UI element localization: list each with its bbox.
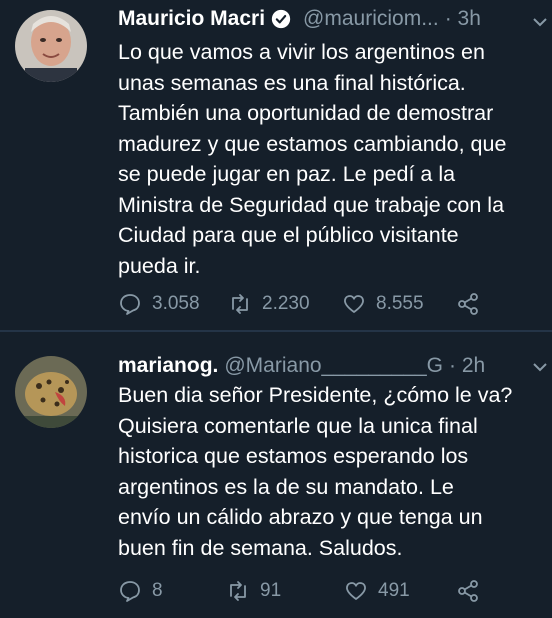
tweet-text-line: madurez y que estamos cambiando, que (118, 131, 507, 156)
tweet-text: Lo que vamos a vivir los argentinos en u… (118, 37, 538, 281)
chevron-down-icon[interactable] (532, 359, 548, 375)
divider (0, 330, 552, 332)
tweet-header: Mauricio Macri @mauriciom... · 3h (118, 2, 540, 36)
retweet-icon (230, 581, 246, 601)
share-icon (458, 580, 478, 602)
timestamp[interactable]: · 3h (445, 7, 481, 31)
tweet[interactable]: Mauricio Macri @mauriciom... · 3h Lo que… (0, 0, 552, 330)
retweet-count: 91 (260, 580, 282, 601)
tweet-text-line: También una oportunidad de demostrar (118, 101, 494, 125)
tweet-text-line: unas semanas es una final histórica. (118, 70, 466, 95)
display-name[interactable]: marianog. (118, 354, 218, 378)
reply-button[interactable]: 8 (118, 576, 163, 606)
retweet-button[interactable]: 91 (226, 576, 281, 606)
tweet[interactable]: marianog. @Mariano_________G · 2h Buen d… (0, 334, 552, 618)
like-icon (346, 582, 366, 600)
reply-icon (120, 294, 140, 315)
reply-icon (120, 581, 140, 602)
retweet-icon (232, 294, 248, 314)
avatar[interactable] (15, 10, 87, 82)
share-button[interactable] (456, 289, 490, 319)
reply-count: 8 (152, 580, 163, 601)
tweet-header: marianog. @Mariano_________G · 2h (118, 349, 540, 383)
like-button[interactable]: 8.555 (342, 289, 424, 319)
tweet-text-line: Ciudad para que el público visitante (118, 223, 459, 247)
tweet-text-line: Lo que vamos a vivir los argentinos en (118, 40, 485, 64)
tweet-actions: 3.058 2.230 8.555 (118, 289, 538, 319)
like-button[interactable]: 491 (344, 576, 410, 606)
tweet-text-line: buen fin de semana. Saludos. (118, 535, 403, 560)
like-count: 8.555 (376, 293, 424, 314)
retweet-button[interactable]: 2.230 (228, 289, 310, 319)
tweet-text-line: envío un cálido abrazo y que tenga un (118, 505, 483, 529)
tweet-text: Buen dia señor Presidente, ¿cómo le va? … (118, 380, 538, 563)
tweet-text-line: argentinos es la de su mandato. Le (118, 474, 454, 499)
handle[interactable]: @mauriciom... (303, 7, 439, 31)
tweet-text-line: se puede jugar en paz. Le pedí a la (118, 162, 456, 186)
handle[interactable]: @Mariano_________G (224, 354, 443, 378)
tweet-text-line: pueda ir. (118, 253, 201, 278)
like-count: 491 (378, 580, 410, 601)
avatar[interactable] (15, 356, 87, 428)
reply-count: 3.058 (152, 293, 200, 314)
tweet-text-line: Ministra de Seguridad que trabaje con la (118, 192, 505, 217)
share-icon (458, 293, 478, 315)
like-icon (344, 295, 364, 313)
tweet-text-line: historica que estamos esperando los (118, 444, 469, 468)
display-name[interactable]: Mauricio Macri (118, 7, 265, 31)
chevron-down-icon[interactable] (532, 14, 548, 30)
reply-button[interactable]: 3.058 (118, 289, 200, 319)
tweet-actions: 8 91 491 (118, 576, 538, 606)
share-button[interactable] (456, 576, 490, 606)
tweet-text-line: Quisiera comentarle que la unica final (118, 413, 478, 438)
retweet-count: 2.230 (262, 293, 310, 314)
tweet-text-line: Buen dia señor Presidente, ¿cómo le va? (118, 383, 513, 407)
timestamp[interactable]: · 2h (449, 354, 485, 378)
verified-icon (271, 9, 291, 29)
